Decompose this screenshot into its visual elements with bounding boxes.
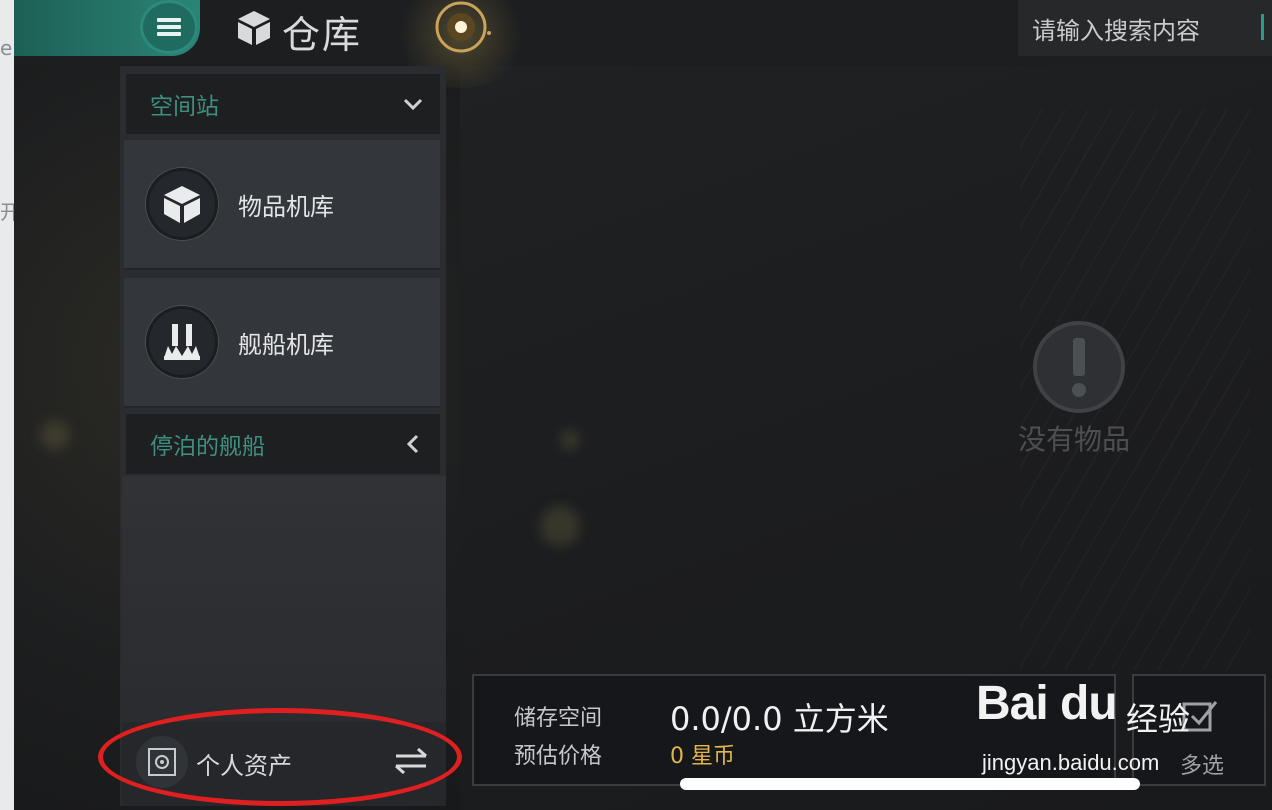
estimated-price-value: 0 星币 <box>670 744 735 769</box>
background-glow <box>40 420 70 450</box>
safe-icon-wrap <box>136 736 188 788</box>
sidebar-empty-area <box>122 476 446 716</box>
checkbox-icon <box>1182 701 1218 732</box>
ship-icon <box>164 324 200 360</box>
search-placeholder: 请输入搜索内容 <box>1032 16 1200 45</box>
home-indicator[interactable] <box>680 778 1140 790</box>
edge-glyph-top: e <box>0 36 13 60</box>
chevron-left-icon <box>406 434 419 454</box>
estimated-price-label: 预估价格 <box>514 744 603 769</box>
personal-assets-bar[interactable]: 个人资产 <box>122 722 446 806</box>
left-edge-strip: e 开 <box>0 0 20 810</box>
warehouse-cube-icon <box>238 11 270 45</box>
sidebar-item-item-hangar[interactable]: 物品机库 <box>124 140 440 270</box>
sidebar-item-label: 舰船机库 <box>238 330 334 359</box>
menu-icon <box>157 18 181 36</box>
background-glow <box>540 506 580 546</box>
cube-icon <box>164 186 200 223</box>
section-docked-ships-label: 停泊的舰船 <box>150 434 265 460</box>
section-docked-ships[interactable]: 停泊的舰船 <box>126 414 440 474</box>
sidebar-item-label: 物品机库 <box>238 192 334 221</box>
chevron-down-icon <box>403 98 423 111</box>
storage-space-value: 0.0/0.0 立方米 <box>670 700 889 738</box>
multi-select-label: 多选 <box>1180 754 1225 779</box>
multi-select-button[interactable]: 多选 <box>1132 674 1266 786</box>
safe-icon <box>148 748 176 776</box>
swap-arrows-icon[interactable] <box>392 746 430 776</box>
ship-hangar-icon-wrap <box>146 306 218 378</box>
personal-assets-label: 个人资产 <box>196 752 292 780</box>
sidebar-item-ship-hangar[interactable]: 舰船机库 <box>124 278 440 408</box>
background-glow <box>560 430 580 450</box>
item-hangar-icon-wrap <box>146 168 218 240</box>
orb-icon <box>435 1 491 53</box>
search-input[interactable]: 请输入搜索内容 <box>1018 0 1272 56</box>
section-space-station[interactable]: 空间站 <box>126 74 440 134</box>
text-caret <box>1261 14 1264 40</box>
empty-state-text: 没有物品 <box>1018 423 1131 456</box>
menu-button[interactable] <box>140 0 198 54</box>
storage-space-label: 储存空间 <box>514 706 603 731</box>
section-space-station-label: 空间站 <box>150 94 219 120</box>
storage-panel: 储存空间 预估价格 0.0/0.0 立方米 0 星币 <box>472 674 1116 786</box>
page-title: 仓库 <box>282 13 363 57</box>
exclamation-icon <box>1033 321 1125 413</box>
